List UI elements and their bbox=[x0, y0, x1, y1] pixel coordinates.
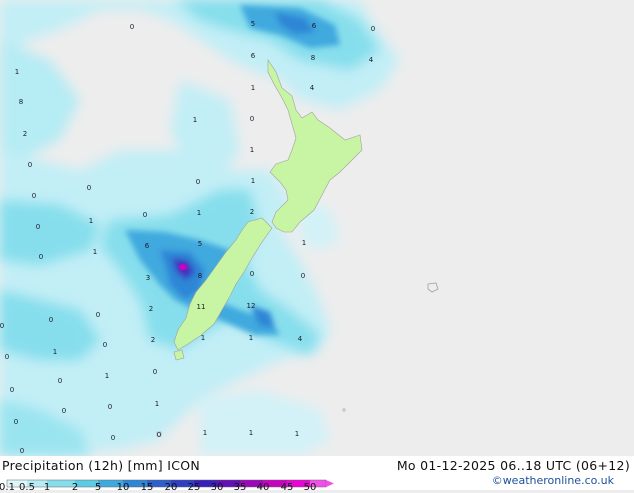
point-value: 0 bbox=[49, 316, 53, 324]
point-value: 0 bbox=[130, 23, 134, 31]
legend-tick-label: 50 bbox=[303, 482, 317, 493]
point-value: 1 bbox=[89, 217, 93, 225]
legend-tick-label: 0.5 bbox=[19, 482, 35, 493]
point-value: 0 bbox=[10, 386, 14, 394]
point-value: 4 bbox=[310, 84, 315, 92]
legend-tick-label: 45 bbox=[280, 482, 294, 493]
credit-link[interactable]: ©weatheronline.co.uk bbox=[492, 474, 614, 487]
point-value: 1 bbox=[93, 248, 97, 256]
map-footer: Precipitation (12h) [mm] ICON Mo 01-12-2… bbox=[0, 456, 634, 493]
legend-tick-label: 35 bbox=[233, 482, 247, 493]
point-value: 0 bbox=[108, 403, 112, 411]
point-value: 1 bbox=[201, 334, 205, 342]
legend-tick-label: 15 bbox=[140, 482, 154, 493]
point-value: 1 bbox=[53, 348, 57, 356]
legend-overflow-arrow bbox=[326, 480, 334, 487]
point-value: 1 bbox=[105, 372, 109, 380]
point-value: 3 bbox=[146, 274, 150, 282]
point-value: 1 bbox=[193, 116, 197, 124]
point-value: 1 bbox=[251, 84, 255, 92]
point-value: 0 bbox=[0, 322, 4, 330]
point-value: 6 bbox=[312, 22, 317, 30]
point-value: 0 bbox=[111, 434, 115, 442]
point-value: 0 bbox=[250, 115, 254, 123]
legend-tick-label: 30 bbox=[210, 482, 224, 493]
point-value: 8 bbox=[198, 272, 202, 280]
precipitation-max-core bbox=[179, 264, 187, 270]
legend-tick-label: 25 bbox=[187, 482, 201, 493]
point-value: 8 bbox=[311, 54, 315, 62]
point-value: 0 bbox=[301, 272, 305, 280]
point-value: 0 bbox=[250, 270, 254, 278]
point-value: 0 bbox=[371, 25, 375, 33]
point-value: 0 bbox=[20, 447, 24, 455]
point-value: 0 bbox=[143, 211, 147, 219]
point-value: 0 bbox=[14, 418, 18, 426]
point-value: 0 bbox=[39, 253, 43, 261]
point-value: 2 bbox=[151, 336, 155, 344]
point-value: 1 bbox=[155, 400, 159, 408]
point-value: 11 bbox=[197, 303, 206, 311]
legend-tick-label: 10 bbox=[116, 482, 130, 493]
point-value: 1 bbox=[203, 429, 207, 437]
point-value: 5 bbox=[198, 240, 202, 248]
point-value: 1 bbox=[15, 68, 19, 76]
point-value: 12 bbox=[247, 302, 256, 310]
point-value: 0 bbox=[153, 368, 157, 376]
color-legend: 0.1 0.5 1 2 5 10 15 20 25 30 35 40 45 50 bbox=[0, 473, 340, 493]
point-value: 0 bbox=[32, 192, 36, 200]
point-value: 2 bbox=[23, 130, 27, 138]
point-value: 6 bbox=[251, 52, 256, 60]
point-value: 0 bbox=[5, 353, 9, 361]
point-value: 1 bbox=[249, 429, 253, 437]
legend-tick-label: 40 bbox=[256, 482, 270, 493]
point-value: 5 bbox=[251, 20, 255, 28]
precipitation-map[interactable]: 0 5 6 06 8 411 481 021000 100 1 2106 5 1013 8 0 002 11 12… bbox=[0, 0, 634, 456]
point-value: 1 bbox=[251, 177, 255, 185]
point-value: 1 bbox=[250, 146, 254, 154]
point-value: 0 bbox=[28, 161, 32, 169]
point-value: 0 bbox=[58, 377, 62, 385]
valid-time: Mo 01-12-2025 06..18 UTC (06+12) bbox=[396, 458, 630, 473]
stewart-island-land bbox=[173, 349, 185, 361]
legend-swatch bbox=[47, 480, 75, 487]
point-value: 1 bbox=[197, 209, 201, 217]
point-value: 8 bbox=[19, 98, 23, 106]
point-value: 1 bbox=[302, 239, 306, 247]
legend-tick-label: 20 bbox=[164, 482, 178, 493]
legend-tick-label: 2 bbox=[71, 482, 79, 493]
point-value: 1 bbox=[249, 334, 253, 342]
point-value: 1 bbox=[295, 430, 299, 438]
point-value: 0 bbox=[157, 431, 161, 439]
point-value: 0 bbox=[96, 311, 100, 319]
map-title: Precipitation (12h) [mm] ICON bbox=[2, 458, 201, 473]
point-value: 0 bbox=[103, 341, 107, 349]
point-value: 0 bbox=[196, 178, 200, 186]
point-value: 2 bbox=[250, 208, 254, 216]
point-value: 6 bbox=[145, 242, 150, 250]
precipitation-map-view: 0 5 6 0 6 8 4 1 1 4 8 1 0 2 1 0 0 0 1 0 0 1 2 1 0 6 5 1 0 1 3 8 0 0 0 2 11 12… bbox=[0, 0, 634, 493]
legend-tick-label: 0.1 bbox=[0, 482, 15, 493]
point-value: 4 bbox=[298, 335, 303, 343]
point-value: 0 bbox=[62, 407, 66, 415]
point-value: 2 bbox=[149, 305, 153, 313]
legend-tick-label: 1 bbox=[43, 482, 51, 493]
point-value: 0 bbox=[36, 223, 40, 231]
legend-tick-label: 5 bbox=[94, 482, 102, 493]
point-value: 0 bbox=[87, 184, 91, 192]
point-value: 4 bbox=[369, 56, 374, 64]
